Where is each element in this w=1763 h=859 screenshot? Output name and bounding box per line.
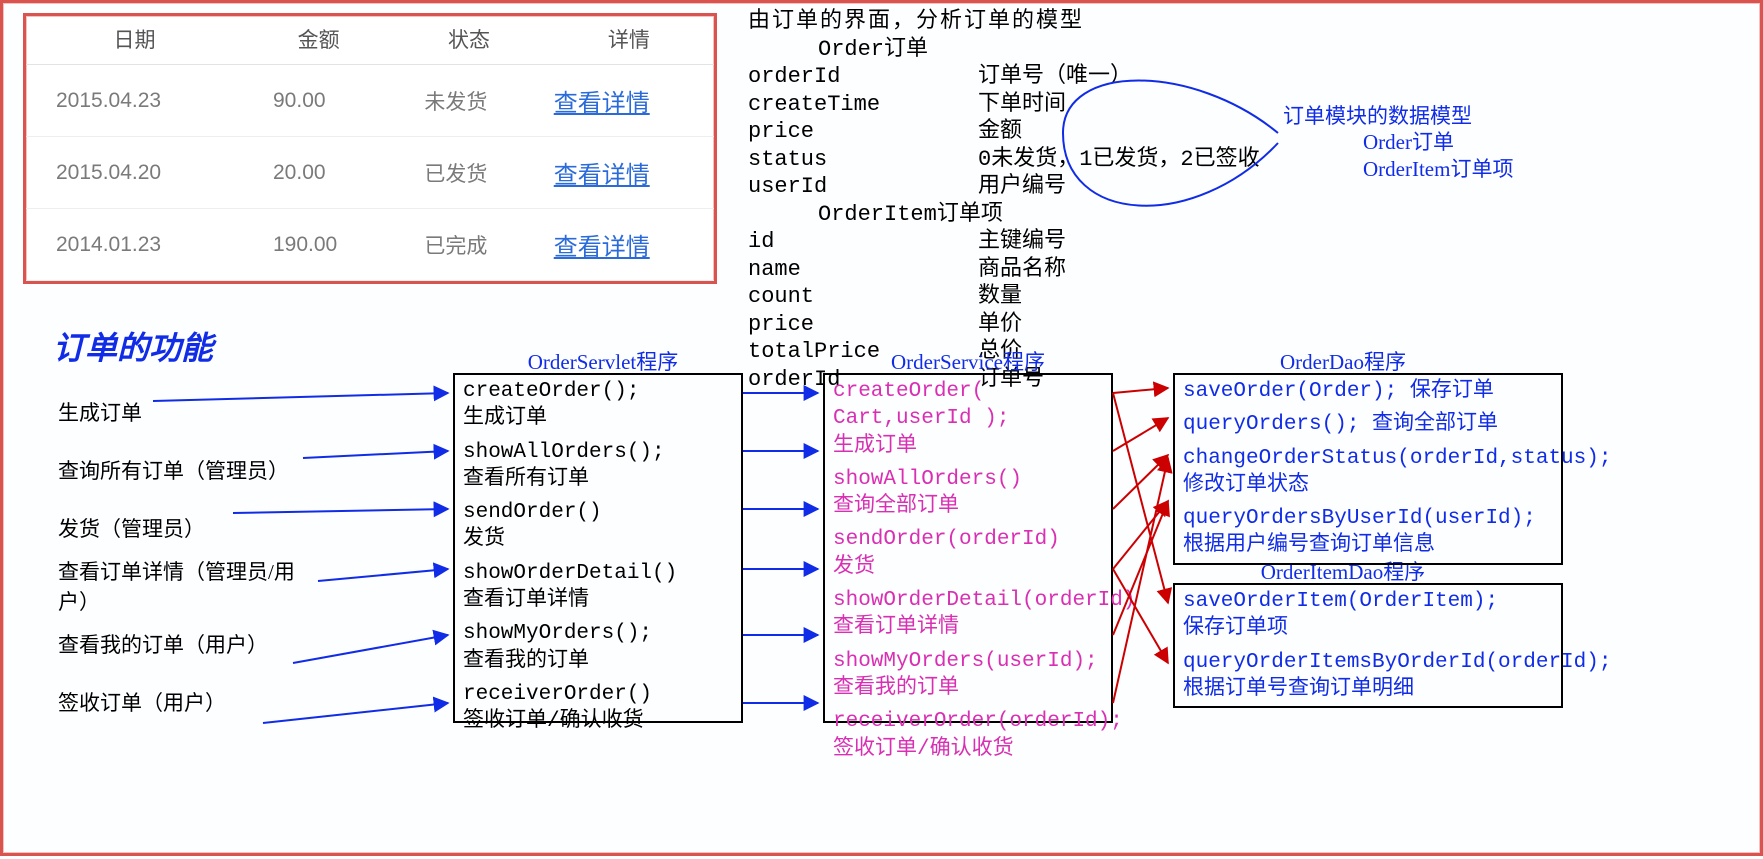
feature-list: 生成订单 查询所有订单（管理员） 发货（管理员） 查看订单详情（管理员/用户） … bbox=[58, 383, 318, 731]
table-row: 2014.01.23 190.00 已完成 查看详情 bbox=[26, 209, 714, 281]
feature-item: 发货（管理员） bbox=[58, 499, 318, 557]
servlet-box: createOrder();生成订单 showAllOrders();查看所有订… bbox=[453, 373, 743, 723]
method-desc: 查看我的订单 bbox=[463, 648, 733, 675]
method-desc: 签收订单/确认收货 bbox=[463, 708, 733, 735]
field: userId bbox=[748, 173, 978, 201]
field-desc: 主键编号 bbox=[978, 228, 1066, 256]
method: sendOrder(orderId) bbox=[833, 526, 1103, 553]
method: createOrder( Cart,userId ); bbox=[833, 378, 1103, 433]
functions-heading: 订单的功能 bbox=[53, 323, 213, 369]
field: createTime bbox=[748, 91, 978, 119]
cell-status: 已发货 bbox=[394, 137, 543, 209]
analysis-title: 由订单的界面，分析订单的模型 bbox=[748, 8, 1260, 36]
model-analysis: 由订单的界面，分析订单的模型 Order订单 orderId订单号（唯一） cr… bbox=[748, 8, 1260, 393]
field-desc: 用户编号 bbox=[978, 173, 1066, 201]
data-model-annotation: 订单模块的数据模型 Order订单 OrderItem订单项 bbox=[1283, 103, 1513, 182]
method: showMyOrders(userId); bbox=[833, 648, 1103, 675]
field-desc: 订单号（唯一） bbox=[978, 63, 1132, 91]
method: receiverOrder() bbox=[463, 681, 733, 708]
method: sendOrder() bbox=[463, 499, 733, 526]
method-desc: 查看所有订单 bbox=[463, 466, 733, 493]
servlet-title: OrderServlet程序 bbox=[478, 346, 728, 376]
cell-date: 2014.01.23 bbox=[26, 209, 243, 281]
cell-date: 2015.04.23 bbox=[26, 65, 243, 137]
field-desc: 金额 bbox=[978, 118, 1022, 146]
cell-amount: 20.00 bbox=[243, 137, 394, 209]
annot-line: OrderItem订单项 bbox=[1283, 156, 1513, 182]
field-desc: 下单时间 bbox=[978, 91, 1066, 119]
method: showAllOrders() bbox=[833, 466, 1103, 493]
method-desc: 查询全部订单 bbox=[833, 493, 1103, 520]
method: saveOrderItem(OrderItem); bbox=[1183, 588, 1553, 615]
method: queryOrders(); 查询全部订单 bbox=[1183, 411, 1553, 438]
method: saveOrder(Order); 保存订单 bbox=[1183, 378, 1553, 405]
method-desc: 修改订单状态 bbox=[1183, 472, 1553, 499]
feature-item: 查看我的订单（用户） bbox=[58, 615, 318, 673]
method: showMyOrders(); bbox=[463, 620, 733, 647]
method: queryOrdersByUserId(userId); bbox=[1183, 505, 1553, 532]
orderitem-entity-label: OrderItem订单项 bbox=[818, 201, 1260, 229]
table-row: 2015.04.20 20.00 已发货 查看详情 bbox=[26, 137, 714, 209]
service-box: createOrder( Cart,userId );生成订单 showAllO… bbox=[823, 373, 1113, 723]
dao-box: saveOrder(Order); 保存订单 queryOrders(); 查询… bbox=[1173, 373, 1563, 565]
cell-date: 2015.04.20 bbox=[26, 137, 243, 209]
method-desc: 保存订单项 bbox=[1183, 615, 1553, 642]
view-detail-link[interactable]: 查看详情 bbox=[544, 137, 714, 209]
field: count bbox=[748, 283, 978, 311]
field: status bbox=[748, 146, 978, 174]
method: changeOrderStatus(orderId,status); bbox=[1183, 445, 1553, 472]
dao-title: OrderDao程序 bbox=[1218, 346, 1468, 376]
field: price bbox=[748, 118, 978, 146]
annot-line: 订单模块的数据模型 bbox=[1283, 103, 1513, 129]
col-date: 日期 bbox=[26, 16, 243, 65]
view-detail-link[interactable]: 查看详情 bbox=[544, 209, 714, 281]
field: orderId bbox=[748, 63, 978, 91]
method-desc: 发货 bbox=[833, 554, 1103, 581]
field-desc: 商品名称 bbox=[978, 256, 1066, 284]
service-title: OrderService程序 bbox=[843, 346, 1093, 376]
method-desc: 根据用户编号查询订单信息 bbox=[1183, 532, 1553, 559]
col-detail: 详情 bbox=[544, 16, 714, 65]
method-desc: 生成订单 bbox=[463, 405, 733, 432]
method-desc: 发货 bbox=[463, 526, 733, 553]
method-desc: 查看我的订单 bbox=[833, 675, 1103, 702]
feature-item: 查询所有订单（管理员） bbox=[58, 441, 318, 499]
method: createOrder(); bbox=[463, 378, 733, 405]
feature-item: 生成订单 bbox=[58, 383, 318, 441]
method: showOrderDetail(orderId) bbox=[833, 587, 1103, 614]
method: showAllOrders(); bbox=[463, 439, 733, 466]
order-table: 日期 金额 状态 详情 2015.04.23 90.00 未发货 查看详情 20… bbox=[26, 16, 714, 281]
method-desc: 签收订单/确认收货 bbox=[833, 736, 1103, 763]
diagram-canvas: 日期 金额 状态 详情 2015.04.23 90.00 未发货 查看详情 20… bbox=[0, 0, 1763, 856]
field-desc: 数量 bbox=[978, 283, 1022, 311]
col-amount: 金额 bbox=[243, 16, 394, 65]
feature-item: 签收订单（用户） bbox=[58, 673, 318, 731]
table-row: 2015.04.23 90.00 未发货 查看详情 bbox=[26, 65, 714, 137]
field: price bbox=[748, 311, 978, 339]
cell-amount: 190.00 bbox=[243, 209, 394, 281]
method: queryOrderItemsByOrderId(orderId); bbox=[1183, 649, 1553, 676]
method-desc: 生成订单 bbox=[833, 433, 1103, 460]
field-desc: 单价 bbox=[978, 311, 1022, 339]
cell-amount: 90.00 bbox=[243, 65, 394, 137]
order-entity-label: Order订单 bbox=[818, 36, 1260, 64]
method-desc: 根据订单号查询订单明细 bbox=[1183, 676, 1553, 703]
method: showOrderDetail() bbox=[463, 560, 733, 587]
feature-item: 查看订单详情（管理员/用户） bbox=[58, 557, 318, 615]
method: receiverOrder(orderId); bbox=[833, 708, 1103, 735]
field: name bbox=[748, 256, 978, 284]
method-desc: 查看订单详情 bbox=[833, 614, 1103, 641]
order-table-panel: 日期 金额 状态 详情 2015.04.23 90.00 未发货 查看详情 20… bbox=[23, 13, 717, 284]
itemdao-box: saveOrderItem(OrderItem);保存订单项 queryOrde… bbox=[1173, 583, 1563, 708]
field-desc: 0未发货，1已发货，2已签收 bbox=[978, 146, 1260, 174]
annot-line: Order订单 bbox=[1283, 129, 1513, 155]
cell-status: 未发货 bbox=[394, 65, 543, 137]
field: id bbox=[748, 228, 978, 256]
cell-status: 已完成 bbox=[394, 209, 543, 281]
view-detail-link[interactable]: 查看详情 bbox=[544, 65, 714, 137]
col-status: 状态 bbox=[394, 16, 543, 65]
method-desc: 查看订单详情 bbox=[463, 587, 733, 614]
